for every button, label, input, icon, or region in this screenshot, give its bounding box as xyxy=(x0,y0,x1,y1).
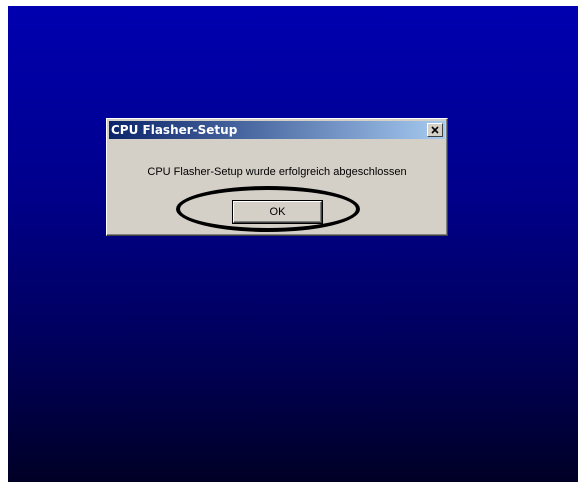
setup-complete-dialog: CPU Flasher-Setup CPU Flasher-Setup wurd… xyxy=(106,118,448,236)
ok-button[interactable]: OK xyxy=(232,200,323,224)
close-button[interactable] xyxy=(427,123,443,137)
dialog-title: CPU Flasher-Setup xyxy=(111,123,238,137)
dialog-titlebar[interactable]: CPU Flasher-Setup xyxy=(109,121,445,139)
desktop-background xyxy=(8,6,578,482)
dialog-message: CPU Flasher-Setup wurde erfolgreich abge… xyxy=(147,166,407,178)
close-icon xyxy=(431,126,439,134)
